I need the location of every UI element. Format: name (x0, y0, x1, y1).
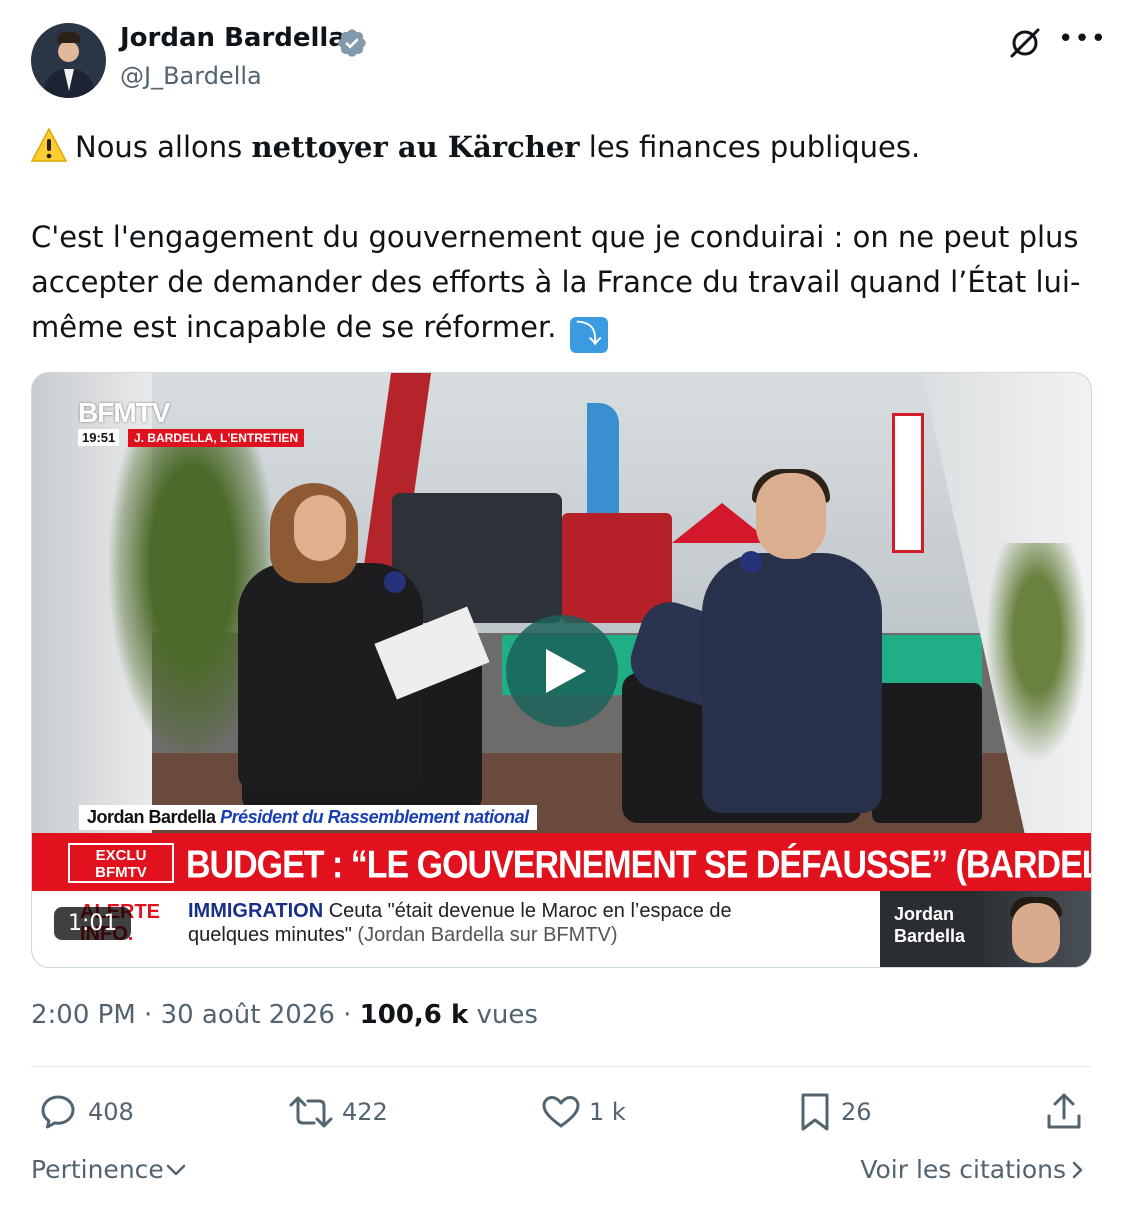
headline-text: BUDGET : “LE GOUVERNEMENT SE DÉFAUSSE” (… (186, 843, 1092, 887)
divider (31, 1066, 1092, 1067)
tweet-time[interactable]: 2:00 PM (31, 1000, 136, 1030)
chevron-down-icon (166, 1164, 186, 1175)
bookmark-count: 26 (841, 1098, 872, 1126)
retweet-count: 422 (342, 1098, 388, 1126)
author-handle[interactable]: @J_Bardella (120, 62, 262, 90)
lower-third: Jordan Bardella Président du Rassembleme… (79, 805, 537, 830)
avatar[interactable] (31, 23, 106, 98)
retweet-icon (289, 1096, 333, 1128)
like-button[interactable]: 1 k (541, 1092, 626, 1132)
author-name[interactable]: Jordan Bardella (120, 23, 346, 53)
speaker-thumbnail-label: Jordan Bardella (894, 903, 965, 947)
citations-label: Voir les citations (860, 1155, 1066, 1184)
thumb-line-1: Jordan (894, 904, 955, 924)
thumb-line-2: Bardella (894, 926, 966, 946)
lower-third-name: Jordan Bardella (87, 807, 216, 827)
verified-badge-icon (338, 29, 366, 57)
chevron-right-icon (1072, 1161, 1083, 1178)
ticker-line-1: IMMIGRATION Ceuta "était devenue le Maro… (188, 900, 732, 923)
tweet-meta: 2:00 PM · 30 août 2026 · 100,6 k vues (31, 1000, 538, 1030)
sort-dropdown[interactable]: Pertinence (31, 1155, 188, 1184)
retweet-button[interactable]: 422 (288, 1092, 388, 1132)
tweet-line-1: Nous allons nettoyer au Kärcher les fina… (31, 125, 1101, 170)
reply-icon (41, 1095, 75, 1129)
exclu-line-1: EXCLU (95, 847, 147, 864)
view-quotes-link[interactable]: Voir les citations (860, 1155, 1088, 1184)
meta-separator: · (135, 1000, 161, 1030)
meta-separator: · (334, 1000, 360, 1030)
tweet-paragraph-2-text: C'est l'engagement du gouvernement que j… (31, 220, 1081, 344)
tweet-line1-pre: Nous allons (75, 130, 252, 164)
bookmark-icon (801, 1093, 829, 1131)
views-count: 100,6 k (359, 1000, 469, 1030)
arrow-down-icon: ⤵ (569, 317, 608, 353)
exclu-line-2: BFMTV (95, 864, 147, 881)
lower-third-role: Président du Rassemblement national (220, 807, 529, 827)
play-button[interactable] (506, 615, 618, 727)
reply-button[interactable]: 408 (40, 1092, 134, 1132)
grok-icon[interactable] (1007, 24, 1043, 60)
play-icon (546, 649, 586, 693)
share-button[interactable] (1045, 1092, 1091, 1132)
warning-icon (31, 128, 67, 162)
ticker-text-1: Ceuta "était devenue le Maroc en l’espac… (323, 900, 732, 922)
video-duration: 1:01 (54, 907, 132, 940)
reply-count: 408 (88, 1098, 134, 1126)
ticker-text-2: quelques minutes" (188, 924, 352, 946)
tweet-line1-post: les finances publiques. (579, 130, 921, 164)
tweet-text: Nous allons nettoyer au Kärcher les fina… (31, 125, 1101, 353)
sort-label: Pertinence (31, 1155, 164, 1184)
tweet-line1-bold: nettoyer au Kärcher (251, 130, 580, 164)
more-options-icon[interactable]: ••• (1058, 26, 1106, 56)
like-count: 1 k (589, 1098, 626, 1126)
ticker-source: (Jordan Bardella sur BFMTV) (351, 924, 618, 946)
bookmark-button[interactable]: 26 (797, 1092, 872, 1132)
share-icon (1047, 1093, 1081, 1129)
exclu-badge: EXCLU BFMTV (68, 843, 174, 883)
bfmtv-logo: BFMTV (78, 397, 170, 428)
heart-icon (542, 1096, 580, 1128)
tweet-paragraph-2: C'est l'engagement du gouvernement que j… (31, 215, 1101, 353)
broadcast-time: 19:51 (78, 429, 120, 446)
video-player[interactable]: BFMTV 19:51 J. BARDELLA, L'ENTRETIEN Jor… (31, 372, 1092, 968)
tweet-date[interactable]: 30 août 2026 (161, 1000, 335, 1030)
views-label: vues (468, 1000, 538, 1030)
ticker-topic: IMMIGRATION (188, 900, 324, 922)
ticker-line-2: quelques minutes" (Jordan Bardella sur B… (188, 924, 618, 947)
broadcast-tag: J. BARDELLA, L'ENTRETIEN (128, 429, 305, 447)
